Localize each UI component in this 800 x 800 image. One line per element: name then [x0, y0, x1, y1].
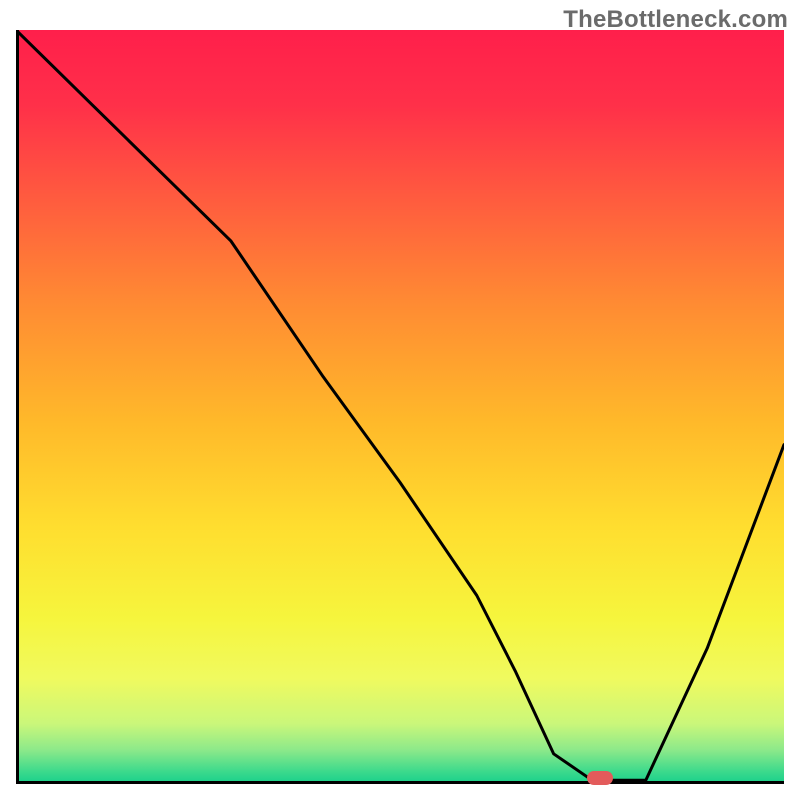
plot-svg — [16, 30, 784, 784]
watermark-text: TheBottleneck.com — [563, 6, 788, 34]
chart-container: TheBottleneck.com — [0, 0, 800, 800]
target-marker — [587, 771, 613, 785]
plot-area — [16, 30, 784, 784]
